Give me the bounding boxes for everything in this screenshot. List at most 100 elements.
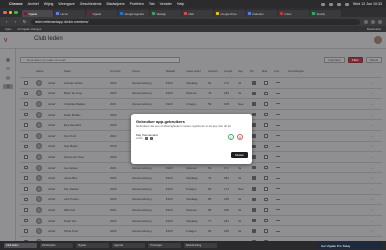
mail-checkbox[interactable]	[264, 133, 268, 138]
bookmark-item[interactable]: Apps	[5, 27, 11, 31]
menubar-item[interactable]: Geschiedenis	[80, 2, 102, 6]
table-row[interactable]: Actief Kim Dekker 2020 Zomeroefening €120 5 d…	[20, 184, 382, 195]
mail-checkbox[interactable]	[264, 123, 268, 127]
chevron-right-icon[interactable]: ›	[372, 134, 373, 138]
row-checkbox[interactable]	[24, 102, 28, 106]
chevron-right-icon[interactable]: ›	[372, 123, 373, 127]
bookmark-item[interactable]: Bookmarks	[367, 27, 381, 31]
table-row[interactable]: Actief Charlotte Bakker 2021 Zomeroefening €…	[20, 99, 382, 110]
browser-tab[interactable]: Inbox	[278, 10, 309, 17]
column-header[interactable]: App	[238, 67, 248, 77]
member-name[interactable]: Mila Kok	[64, 205, 108, 215]
notify-checkbox[interactable]	[252, 123, 256, 127]
table-row[interactable]: Actief Isa Jansen 2021 Zomeroefening €120 Gis…	[20, 163, 382, 174]
chevron-right-icon[interactable]: ›	[372, 91, 373, 95]
member-name[interactable]: Kim Dekker	[64, 184, 108, 194]
calendar-icon[interactable]: ▦	[5, 57, 11, 62]
notify-checkbox[interactable]	[252, 165, 256, 170]
row-checkbox[interactable]	[24, 155, 28, 159]
menubar-item[interactable]: Venster	[160, 2, 172, 6]
chevron-right-icon[interactable]: ›	[372, 187, 373, 191]
add-member-button[interactable]: Nieuw	[365, 57, 382, 63]
member-name[interactable]: Olivia Post	[64, 226, 108, 236]
mail-checkbox[interactable]	[264, 155, 268, 159]
menubar-item[interactable]: Wijzig	[44, 2, 54, 6]
browser-tab[interactable]: Spotify	[310, 10, 341, 17]
column-header[interactable]: Opmerkingen	[288, 67, 328, 77]
row-checkbox[interactable]	[24, 133, 28, 138]
extension-icon[interactable]	[364, 19, 368, 24]
menubar-item[interactable]: Weergave	[58, 2, 74, 6]
browser-tab[interactable]: Google Drive	[214, 10, 245, 17]
filter-button[interactable]: Filter	[347, 57, 363, 63]
chevron-right-icon[interactable]: ›	[372, 219, 373, 223]
mail-checkbox[interactable]	[264, 176, 268, 180]
column-header[interactable]: Laatst actief	[186, 67, 204, 77]
browser-tab[interactable]: Home	[54, 10, 85, 17]
column-header[interactable]: Naam	[64, 67, 108, 77]
chevron-right-icon[interactable]: ›	[372, 197, 373, 201]
mail-checkbox[interactable]	[264, 186, 268, 191]
column-header[interactable]: Betaald	[166, 67, 182, 77]
minimize-window-icon[interactable]	[8, 10, 12, 14]
column-header[interactable]: Lengte	[224, 67, 236, 77]
column-header[interactable]: Lid sinds	[110, 67, 126, 77]
column-header[interactable]: Nb	[250, 67, 260, 77]
bookmark-item[interactable]: All Vigade changes	[17, 27, 41, 31]
row-checkbox[interactable]	[24, 91, 28, 96]
chevron-right-icon[interactable]: ›	[372, 166, 373, 170]
taskbar-item[interactable]: Wedstrijden	[40, 243, 73, 248]
user-avatar[interactable]	[374, 36, 382, 44]
member-name[interactable]: Lars Peters	[64, 195, 108, 205]
table-row[interactable]: Actief Jesse Bos 2022 Zomeroefening €120 Vand…	[20, 173, 382, 184]
members-icon[interactable]: ☰	[3, 84, 13, 89]
browser-tab[interactable]: Kalender	[246, 10, 277, 17]
menubar-item[interactable]: Help	[177, 2, 184, 6]
approve-icon[interactable]: ✓	[228, 134, 234, 140]
table-row[interactable]: Actief Mila Kok 2021 Zomeroefening €120 Giste…	[20, 205, 382, 216]
menubar-app-name[interactable]: Chrome	[9, 2, 23, 6]
mail-checkbox[interactable]	[264, 91, 268, 96]
app-logo[interactable]: V	[4, 38, 7, 44]
column-header[interactable]: Mail	[262, 67, 272, 77]
notify-checkbox[interactable]	[252, 186, 256, 191]
menubar-item[interactable]: Tab	[149, 2, 155, 6]
notify-checkbox[interactable]	[252, 91, 256, 96]
taskbar-item[interactable]: Trainingen	[148, 243, 181, 248]
taskbar-item[interactable]: Club leden	[4, 243, 37, 248]
mail-checkbox[interactable]	[264, 102, 268, 106]
import-button[interactable]: Importeer	[324, 57, 345, 63]
chevron-right-icon[interactable]: ›	[372, 229, 373, 233]
mail-checkbox[interactable]	[264, 229, 268, 233]
row-checkbox[interactable]	[24, 229, 28, 233]
mail-checkbox[interactable]	[264, 208, 268, 212]
mail-checkbox[interactable]	[264, 218, 268, 223]
notify-checkbox[interactable]	[252, 81, 256, 85]
notify-checkbox[interactable]	[252, 208, 256, 212]
notify-checkbox[interactable]	[252, 112, 256, 117]
reload-icon[interactable]: ↻	[22, 19, 27, 24]
column-header[interactable]: Teams	[132, 67, 160, 77]
close-window-icon[interactable]	[3, 10, 7, 14]
row-checkbox[interactable]	[24, 186, 28, 191]
stats-icon[interactable]: ▤	[5, 75, 11, 80]
member-name[interactable]: Noah Vos	[64, 216, 108, 226]
search-input[interactable]: ⌕ Zoek leden op naam of email	[20, 57, 180, 63]
table-row[interactable]: Actief Olivia Post 2023 Zomeroefening €120 2 …	[20, 226, 382, 237]
chevron-right-icon[interactable]: ›	[372, 155, 373, 159]
taskbar-item[interactable]: Vigade	[76, 243, 109, 248]
battery-icon[interactable]	[344, 2, 349, 6]
browser-tab[interactable]: Wetapp	[150, 10, 181, 17]
notify-checkbox[interactable]	[252, 197, 256, 202]
menubar-clock[interactable]: Wed 12 Jun 10:33	[353, 2, 382, 6]
profile-icon[interactable]	[378, 19, 382, 24]
tray-icon[interactable]	[320, 2, 325, 6]
column-header[interactable]: Link	[274, 67, 284, 77]
row-checkbox[interactable]	[24, 112, 28, 117]
browser-tab[interactable]: Mail	[182, 10, 213, 17]
mail-checkbox[interactable]	[264, 197, 268, 202]
notify-checkbox[interactable]	[252, 176, 256, 180]
row-checkbox[interactable]	[24, 208, 28, 212]
table-row[interactable]: Actief Bram de Jong 2022 Zomeroefening €120 G…	[20, 89, 382, 100]
wifi-icon[interactable]	[336, 2, 341, 6]
